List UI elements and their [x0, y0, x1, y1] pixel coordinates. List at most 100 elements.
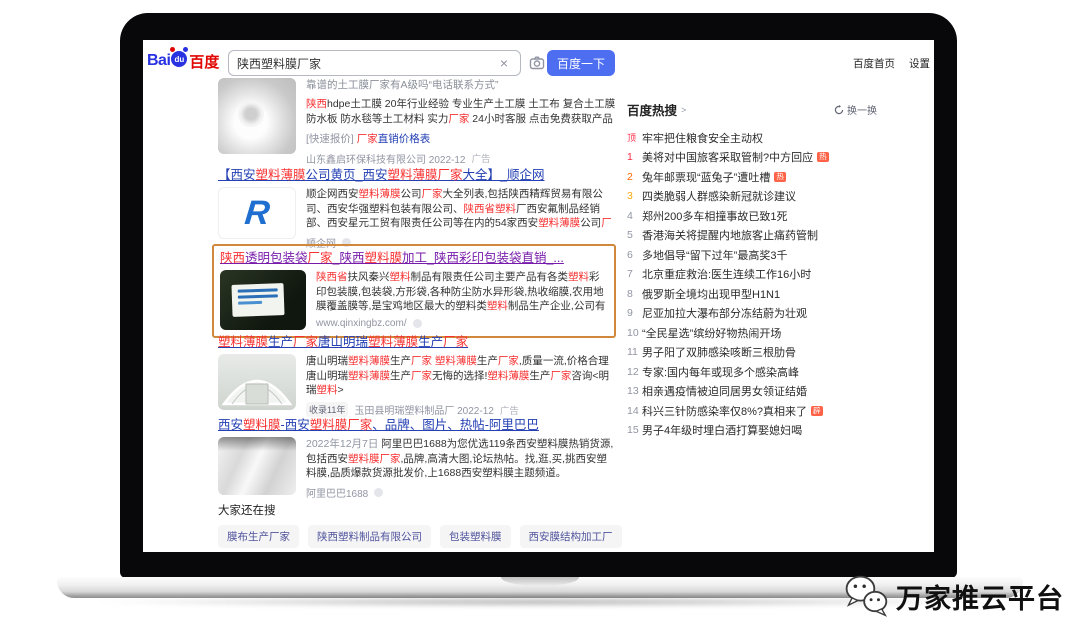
page: Bai du 百度 × 百度一下 百度首页 设置 [0, 0, 1080, 628]
hot-rank: 11 [627, 346, 642, 358]
hot-rank: 4 [627, 210, 642, 222]
top-nav: 百度首页 设置 [853, 56, 930, 71]
related-tag[interactable]: 包装塑料膜 [440, 525, 511, 548]
hot-badge: 热 [817, 152, 829, 162]
hot-list: 顶牢牢把住粮食安全主动权1美将对中国旅客采取管制?中方回应热2兔年邮票现“蓝兔子… [627, 128, 877, 440]
result1-thumbnail[interactable] [218, 78, 296, 154]
results-column: 靠谱的土工膜厂家有A级吗“电话联系方式” 陕西hdpe土工膜 20年行业经验 专… [218, 78, 616, 552]
hot-rank: 1 [627, 151, 642, 163]
hot-rank: 6 [627, 249, 642, 261]
baidu-paw-icon: du [171, 51, 187, 67]
result-alibaba: 西安塑料膜-西安塑料膜厂家、品牌、图片、热帖-阿里巴巴 2022年12月7日 阿… [218, 418, 616, 500]
related-tag[interactable]: 西安膜结构加工厂 [520, 525, 622, 548]
indexed-years-badge: 收录11年 [306, 402, 348, 417]
result-mingrui: 塑料薄膜生产厂家唐山明瑞塑料薄膜生产厂家 唐山明瑞塑料薄膜生产厂家 塑料薄膜生产… [218, 335, 616, 417]
hot-item[interactable]: 13相亲遇疫情被迫同居男女领证结婚 [627, 382, 877, 402]
hot-refresh-label: 换一换 [847, 102, 877, 117]
hot-item[interactable]: 4郑州200多车相撞事故已致1死 [627, 206, 877, 226]
factory-sign-graphic [231, 283, 284, 317]
search-box[interactable]: × [228, 50, 521, 76]
related-searches: 大家还在搜 膜布生产厂家陕西塑料制品有限公司包装塑料膜西安膜结构加工厂 [218, 502, 616, 552]
result3-thumbnail[interactable] [220, 270, 306, 330]
search-button[interactable]: 百度一下 [547, 50, 615, 76]
related-tags: 膜布生产厂家陕西塑料制品有限公司包装塑料膜西安膜结构加工厂 [218, 525, 616, 548]
clear-icon[interactable]: × [496, 56, 512, 70]
watermark: 万家推云平台 [842, 572, 1064, 620]
hot-item[interactable]: 10“全民星选”缤纷好物热闹开场 [627, 323, 877, 343]
hot-item[interactable]: 7北京重症救治:医生连续工作16小时 [627, 265, 877, 285]
hot-rank: 2 [627, 171, 642, 183]
camera-icon[interactable] [529, 55, 545, 71]
result2-description: 顺企网西安塑料薄膜公司厂家大全列表,包括陕西精辉贸易有限公司、西安华强塑料包装有… [306, 187, 616, 231]
result5-thumbnail[interactable] [218, 437, 296, 495]
hot-item-label: 北京重症救治:医生连续工作16小时 [642, 266, 811, 282]
browser-viewport: Bai du 百度 × 百度一下 百度首页 设置 [143, 40, 934, 552]
result3-url[interactable]: www.qinxingbz.com/ [316, 318, 407, 329]
result4-meta: 收录11年 玉田县明瑞塑料制品厂 2022-12 广告 [306, 402, 616, 417]
hot-item-label: 俄罗斯全境均出现甲型H1N1 [642, 286, 780, 302]
hot-item-label: 香港海关将提醒内地旅客止痛药管制 [642, 227, 818, 243]
hot-rank: 14 [627, 405, 642, 417]
hot-item[interactable]: 14科兴三针防感染率仅8%?真相来了辟 [627, 401, 877, 421]
hot-item-label: “全民星选”缤纷好物热闹开场 [642, 325, 781, 341]
info-icon[interactable] [374, 488, 383, 497]
result4-title[interactable]: 塑料薄膜生产厂家唐山明瑞塑料薄膜生产厂家 [218, 335, 616, 350]
hot-rank: 13 [627, 385, 642, 397]
ad-label: 广告 [500, 403, 519, 417]
result1-quick-quote-link[interactable]: [快速报价] 厂家直销价格表 [306, 132, 616, 147]
hot-item-label: 男子阳了双肺感染咳断三根肋骨 [642, 344, 796, 360]
nav-settings[interactable]: 设置 [909, 56, 930, 71]
hot-rank: 12 [627, 366, 642, 378]
hot-item-label: 四类脆弱人群感染新冠就诊建议 [642, 188, 796, 204]
result1-title[interactable]: 靠谱的土工膜厂家有A级吗“电话联系方式” [306, 78, 616, 93]
result5-title[interactable]: 西安塑料膜-西安塑料膜厂家、品牌、图片、热帖-阿里巴巴 [218, 418, 616, 433]
hot-refresh-button[interactable]: 换一换 [834, 102, 877, 117]
hot-item[interactable]: 9尼亚加拉大瀑布部分冻结蔚为壮观 [627, 304, 877, 324]
hot-item[interactable]: 3四类脆弱人群感染新冠就诊建议 [627, 187, 877, 207]
search-input[interactable] [237, 56, 496, 70]
hot-item-label: 男子4年级时埋白酒打算娶媳妇喝 [642, 422, 802, 438]
hot-item[interactable]: 1美将对中国旅客采取管制?中方回应热 [627, 148, 877, 168]
result2-title[interactable]: 【西安塑料薄膜公司黄页_西安塑料薄膜厂家大全】_顺企网 [218, 168, 616, 183]
result1-description: 陕西hdpe土工膜 20年行业经验 专业生产土工膜 土工布 复合土工膜 防水板 … [306, 97, 616, 126]
hot-item-label: 兔年邮票现“蓝兔子”遭吐槽 [642, 169, 770, 185]
hot-item[interactable]: 12专家:国内每年或现多个感染高峰 [627, 362, 877, 382]
chevron-right-icon: > [681, 105, 686, 115]
wechat-icon [842, 572, 890, 620]
hot-item[interactable]: 顶牢牢把住粮食安全主动权 [627, 128, 877, 148]
result5-source: 阿里巴巴1688 [306, 485, 368, 500]
hot-item[interactable]: 8俄罗斯全境均出现甲型H1N1 [627, 284, 877, 304]
result4-source: 玉田县明瑞塑料制品厂 2022-12 [354, 402, 493, 417]
hot-item[interactable]: 2兔年邮票现“蓝兔子”遭吐槽热 [627, 167, 877, 187]
result-ad-geomembrane: 靠谱的土工膜厂家有A级吗“电话联系方式” 陕西hdpe土工膜 20年行业经验 专… [218, 78, 616, 166]
hot-rank: 10 [627, 327, 642, 339]
hot-rank: 9 [627, 307, 642, 319]
hot-search-header: 百度热搜 > 换一换 [627, 100, 877, 119]
baidu-logo[interactable]: Bai du 百度 [147, 48, 219, 74]
baidu-logo-bai: Bai [147, 52, 170, 70]
hot-item-label: 郑州200多车相撞事故已致1死 [642, 208, 787, 224]
hot-item-label: 专家:国内每年或现多个感染高峰 [642, 364, 799, 380]
hot-badge: 辟 [811, 406, 823, 416]
result2-thumbnail[interactable]: R [218, 187, 296, 239]
hot-item[interactable]: 5香港海关将提醒内地旅客止痛药管制 [627, 226, 877, 246]
related-tag[interactable]: 陕西塑料制品有限公司 [308, 525, 431, 548]
baidu-logo-cn: 百度 [189, 51, 219, 72]
hot-item-label: 相亲遇疫情被迫同居男女领证结婚 [642, 383, 807, 399]
hot-item[interactable]: 6多地倡导“留下过年”最高奖3千 [627, 245, 877, 265]
hot-rank: 顶 [627, 131, 642, 144]
related-tag[interactable]: 膜布生产厂家 [218, 525, 299, 548]
ad-label: 广告 [471, 151, 490, 165]
info-icon[interactable] [413, 319, 422, 328]
hot-item[interactable]: 15男子4年级时埋白酒打算娶媳妇喝 [627, 421, 877, 441]
hot-item-label: 多地倡导“留下过年”最高奖3千 [642, 247, 787, 263]
result3-description: 陕西省扶风秦兴塑料制品有限责任公司主要产品有各类塑料彩印包装膜,包装袋,方形袋,… [316, 270, 608, 314]
hot-rank: 3 [627, 190, 642, 202]
result4-description: 唐山明瑞塑料薄膜生产厂家 塑料薄膜生产厂家,质量一流,价格合理唐山明瑞塑料薄膜生… [306, 354, 616, 398]
result4-thumbnail[interactable] [218, 354, 296, 410]
watermark-brand: 万家推云平台 [896, 577, 1064, 616]
hot-item[interactable]: 11男子阳了双肺感染咳断三根肋骨 [627, 343, 877, 363]
result3-title[interactable]: 陕西透明包装袋厂家_陕西塑料膜加工_陕西彩印包装袋直销_... [220, 251, 608, 266]
nav-baidu-home[interactable]: 百度首页 [853, 56, 895, 71]
hot-search-title[interactable]: 百度热搜 [627, 100, 677, 119]
